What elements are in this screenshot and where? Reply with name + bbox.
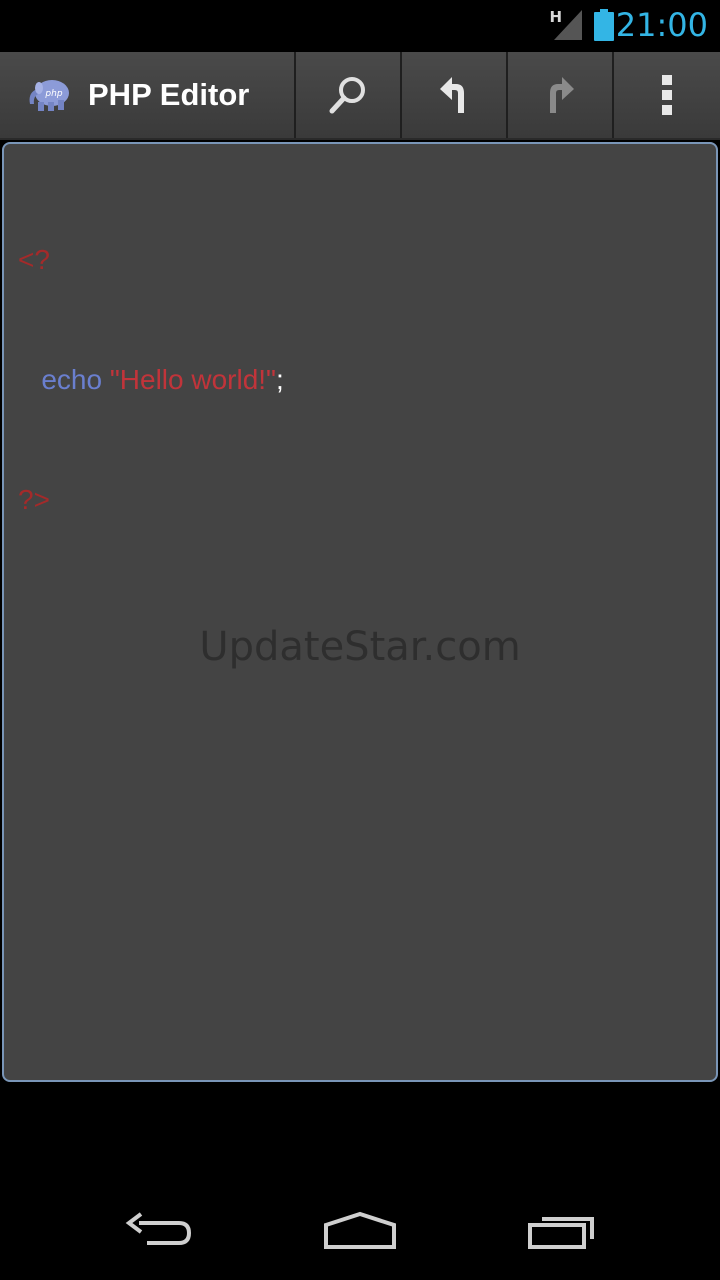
redo-icon	[550, 77, 574, 113]
back-button[interactable]	[110, 1206, 210, 1256]
screen: H 21:00 php PHP Editor <? echo "Hello wo…	[0, 0, 720, 1280]
code-editor[interactable]: <? echo "Hello world!"; ?> UpdateStar.co…	[2, 142, 718, 1082]
undo-button[interactable]	[402, 52, 508, 138]
home-button[interactable]	[310, 1206, 410, 1256]
home-icon	[324, 1211, 396, 1249]
code-content[interactable]: <? echo "Hello world!"; ?>	[18, 160, 284, 600]
recents-icon	[528, 1217, 594, 1249]
overflow-menu-button[interactable]	[614, 52, 720, 138]
php-elephant-icon: php	[29, 80, 69, 111]
php-close-tag: ?>	[18, 484, 50, 515]
code-line-3: ?>	[18, 480, 284, 520]
search-button[interactable]	[296, 52, 402, 138]
app-home-button[interactable]: php PHP Editor	[0, 52, 296, 138]
search-icon	[329, 77, 365, 114]
code-line-1: <?	[18, 240, 284, 280]
recents-button[interactable]	[512, 1206, 612, 1256]
navigation-bar	[0, 1184, 720, 1280]
back-icon	[125, 1212, 192, 1245]
overflow-menu-icon	[662, 75, 672, 115]
code-line-2: echo "Hello world!";	[18, 360, 284, 400]
string-literal: "Hello world!"	[109, 364, 276, 395]
semicolon: ;	[276, 364, 284, 395]
echo-keyword: echo	[41, 364, 103, 395]
undo-icon	[440, 77, 464, 113]
svg-text:php: php	[44, 89, 62, 99]
php-open-tag: <?	[18, 244, 50, 275]
status-bar: H 21:00	[0, 0, 720, 52]
battery-icon	[594, 9, 614, 41]
status-clock: 21:00	[615, 6, 708, 44]
app-title: PHP Editor	[88, 77, 250, 112]
signal-icon	[554, 10, 582, 40]
watermark: UpdateStar.com	[199, 624, 521, 670]
redo-button[interactable]	[508, 52, 614, 138]
action-bar: php PHP Editor	[0, 52, 720, 140]
